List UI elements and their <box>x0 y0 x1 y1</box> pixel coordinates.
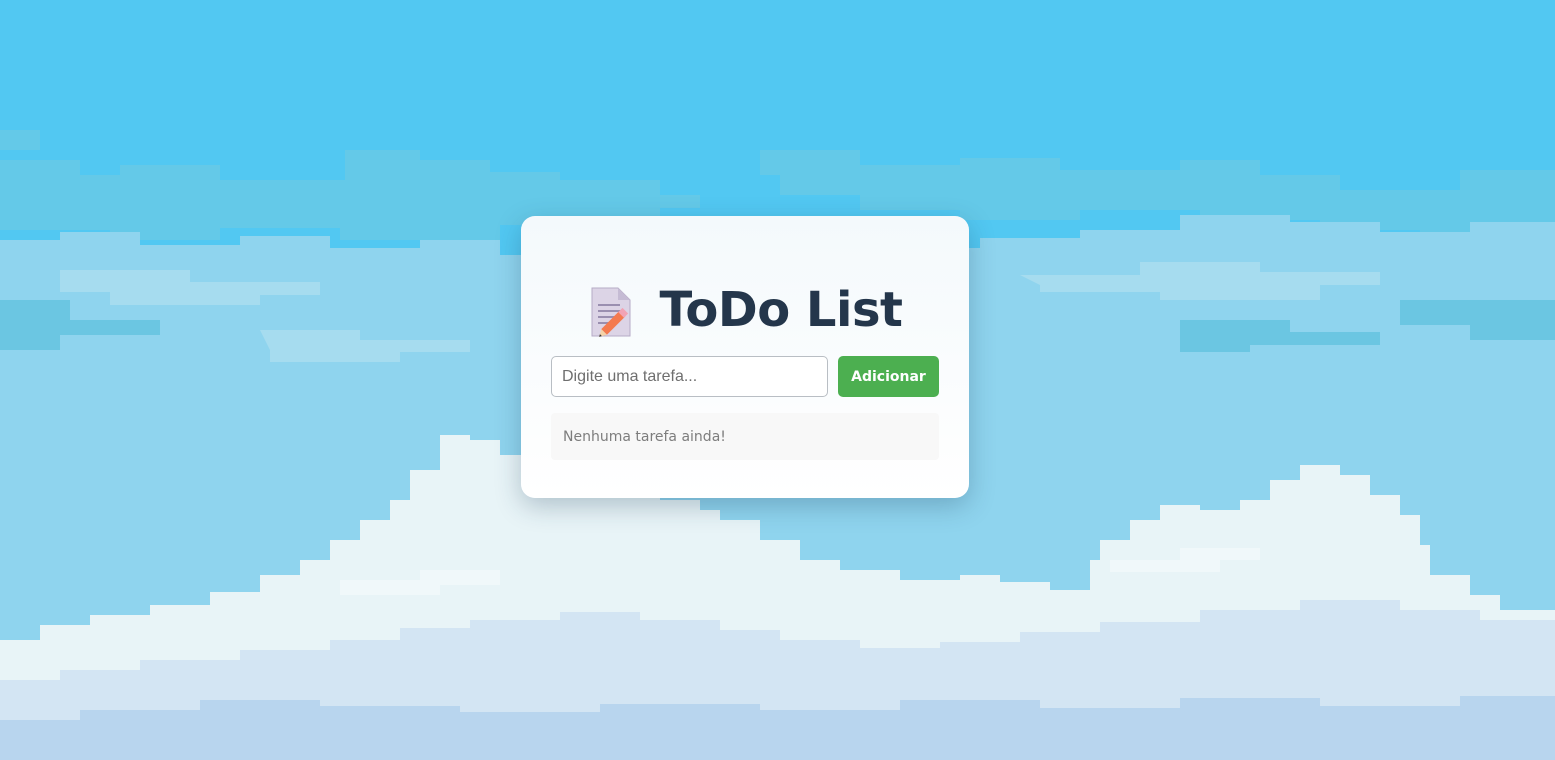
page-title: ToDo List <box>659 282 903 338</box>
todo-card: ToDo List Adicionar Nenhuma tarefa ainda… <box>521 216 969 498</box>
title-row: ToDo List <box>521 282 969 338</box>
add-task-button[interactable]: Adicionar <box>838 356 939 397</box>
task-list: Nenhuma tarefa ainda! <box>551 413 939 460</box>
task-input[interactable] <box>551 356 828 397</box>
memo-pencil-icon <box>591 287 631 337</box>
empty-list-message: Nenhuma tarefa ainda! <box>563 428 726 445</box>
